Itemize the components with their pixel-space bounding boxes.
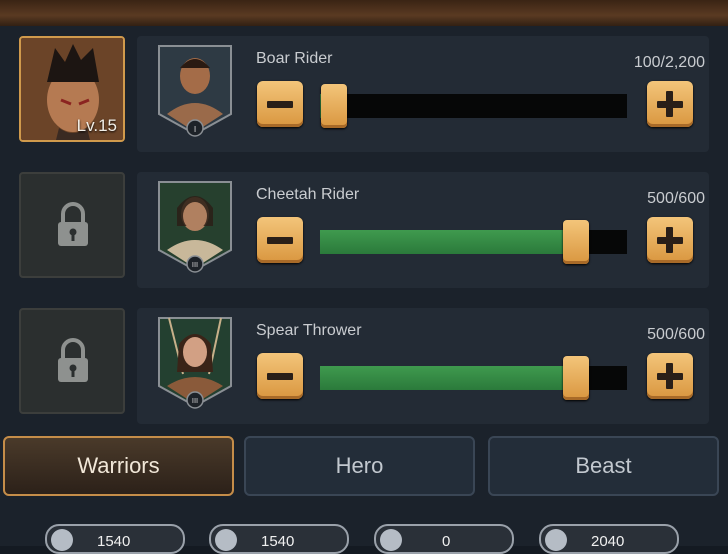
lock-icon — [58, 338, 88, 382]
paw-icon — [380, 529, 402, 551]
quantity-slider[interactable] — [320, 356, 627, 400]
lock-icon — [58, 202, 88, 246]
unit-row-cheetah-rider: III Cheetah Rider 500/600 — [0, 164, 728, 290]
unit-row-boar-rider: Lv.15 I Boar Rider 100/2,200 — [0, 28, 728, 154]
stat-chip: 0 — [374, 524, 514, 554]
cheetah-rider-portrait: III — [158, 181, 232, 273]
bow-icon — [51, 529, 73, 551]
stat-value: 2040 — [591, 533, 625, 550]
tier-badge: III — [192, 261, 198, 269]
tier-badge: III — [192, 397, 198, 405]
increase-button[interactable] — [647, 353, 693, 399]
hero-level: Lv.15 — [76, 116, 117, 135]
tab-beast[interactable]: Beast — [488, 436, 719, 496]
unit-name: Cheetah Rider — [256, 186, 360, 203]
locked-hero-slot[interactable] — [19, 308, 125, 414]
decrease-button[interactable] — [257, 217, 303, 263]
stat-value: 0 — [442, 533, 451, 550]
spear-thrower-portrait: III — [158, 317, 232, 409]
slider-handle[interactable] — [562, 220, 589, 264]
slider-handle[interactable] — [562, 356, 589, 400]
unit-row-spear-thrower: III Spear Thrower 500/600 — [0, 300, 728, 426]
unit-count: 500/600 — [647, 190, 705, 207]
unit-count: 100/2,200 — [633, 54, 705, 71]
slider-fill — [320, 366, 576, 390]
stat-value: 1540 — [97, 533, 131, 550]
stat-chip: 1540 — [45, 524, 185, 554]
increase-button[interactable] — [647, 217, 693, 263]
unit-name: Spear Thrower — [256, 322, 362, 339]
locked-hero-slot[interactable] — [19, 172, 125, 278]
unit-card: I Boar Rider 100/2,200 — [137, 36, 709, 152]
quantity-slider[interactable] — [320, 220, 627, 264]
slider-handle[interactable] — [320, 84, 347, 128]
quantity-slider[interactable] — [320, 84, 627, 128]
stat-chip: 2040 — [539, 524, 679, 554]
minus-icon — [267, 101, 293, 108]
sword-icon — [545, 529, 567, 551]
tab-warriors[interactable]: Warriors — [3, 436, 234, 496]
increase-button[interactable] — [647, 81, 693, 127]
unit-card: III Spear Thrower 500/600 — [137, 308, 709, 424]
slider-fill — [320, 230, 576, 254]
hero-portrait[interactable]: Lv.15 — [19, 36, 125, 142]
decrease-button[interactable] — [257, 353, 303, 399]
minus-icon — [267, 237, 293, 244]
decrease-button[interactable] — [257, 81, 303, 127]
unit-count: 500/600 — [647, 326, 705, 343]
paw-icon — [215, 529, 237, 551]
unit-card: III Cheetah Rider 500/600 — [137, 172, 709, 288]
stat-value: 1540 — [261, 533, 295, 550]
tier-badge: I — [194, 125, 196, 134]
top-banner — [0, 0, 728, 28]
unit-name: Boar Rider — [256, 50, 333, 67]
tab-hero[interactable]: Hero — [244, 436, 475, 496]
boar-rider-portrait: I — [158, 45, 232, 137]
stat-chip: 1540 — [209, 524, 349, 554]
minus-icon — [267, 373, 293, 380]
